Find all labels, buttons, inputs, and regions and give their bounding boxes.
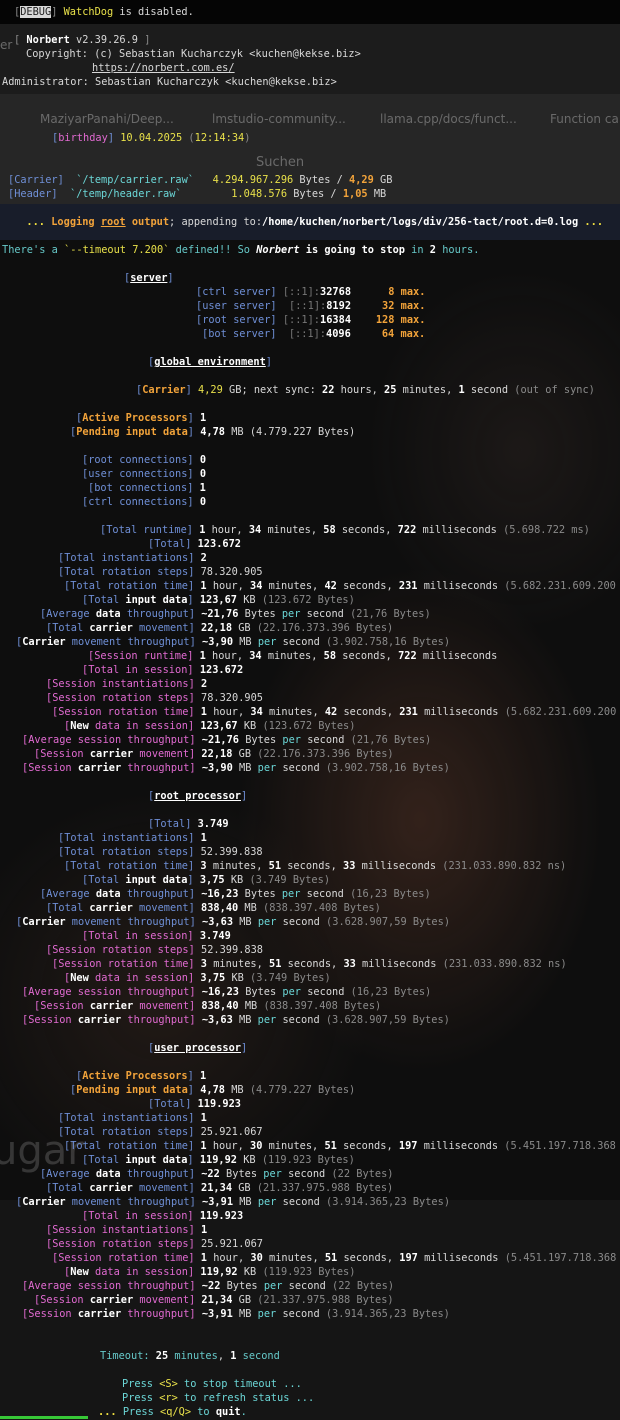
- user-session-total: [Total in session] 119.923: [82, 1210, 244, 1222]
- carrier-movement-throughput: [Carrier movement throughput] ~3,90 MB p…: [16, 636, 451, 648]
- server-row-bot: [bot server] [::1]:4096 64 max.: [202, 328, 426, 340]
- user-rotation-steps: [Total rotation steps] 25.921.067: [58, 1126, 263, 1138]
- header-admin: Administrator: Sebastian Kucharczyk <kuc…: [2, 76, 337, 88]
- user-session-average: [Average session throughput] ~22 Bytes p…: [22, 1280, 395, 1292]
- session-new-data: [New data in session] 123,67 KB (123.672…: [64, 720, 356, 732]
- user-session-rotation-time: [Session rotation time] 1 hour, 30 minut…: [52, 1252, 617, 1264]
- ghost-search: Suchen: [256, 155, 305, 170]
- user-total: [Total] 119.923: [148, 1098, 242, 1110]
- total-rotation-time: [Total rotation time] 1 hour, 34 minutes…: [64, 580, 616, 592]
- header-url[interactable]: https://norbert.com.es/: [92, 61, 235, 75]
- global-active-processors: [Active Processors] 1: [76, 412, 207, 424]
- user-active-processors: [Active Processors] 1: [76, 1070, 207, 1082]
- session-rotation-time: [Session rotation time] 1 hour, 34 minut…: [52, 706, 617, 718]
- root-session-average: [Average session throughput] ~16,23 Byte…: [22, 986, 432, 998]
- user-rotation-time: [Total rotation time] 1 hour, 30 minutes…: [64, 1140, 616, 1152]
- debug-line: [DEBUG] WatchDog is disabled.: [14, 6, 194, 18]
- total-count: [Total] 123.672: [148, 538, 242, 550]
- root-session-steps: [Session rotation steps] 52.399.838: [46, 944, 263, 956]
- session-total: [Total in session] 123.672: [82, 664, 244, 676]
- user-session-new-data: [New data in session] 119,92 KB (119.923…: [64, 1266, 356, 1278]
- root-processor-title: [root processor]: [148, 790, 248, 802]
- user-session-instantiations: [Session instantiations] 1: [46, 1224, 208, 1236]
- timeout-notice: There's a `--timeout 7.200` defined!! So…: [2, 244, 480, 256]
- birthday-line: [birthday] 10.04.2025 (12:14:34): [52, 132, 251, 144]
- connection-root: [root connections] 0: [82, 454, 207, 466]
- user-average-throughput: [Average data throughput] ~22 Bytes per …: [40, 1168, 394, 1180]
- ghost-left-fragment: er: [0, 38, 13, 52]
- root-total: [Total] 3.749: [148, 818, 229, 830]
- server-row-root: [root server] [::1]:16384 128 max.: [196, 314, 426, 326]
- ghost-tab-4: Function ca: [550, 112, 619, 126]
- session-rotation-steps: [Session rotation steps] 78.320.905: [46, 692, 263, 704]
- ghost-tab-2: lmstudio-community...: [212, 112, 346, 126]
- user-session-steps: [Session rotation steps] 25.921.067: [46, 1238, 263, 1250]
- root-session-carrier-throughput: [Session carrier throughput] ~3,63 MB pe…: [22, 1014, 450, 1026]
- root-carrier-movement: [Total carrier movement] 838,40 MB (838.…: [46, 902, 381, 914]
- logging-line: ... Logging root output; appending to:/h…: [26, 216, 604, 228]
- root-session-total: [Total in session] 3.749: [82, 930, 231, 942]
- total-rotation-steps: [Total rotation steps] 78.320.905: [58, 566, 263, 578]
- press-quit[interactable]: ... Press <q/Q> to quit.: [98, 1405, 247, 1419]
- root-session-new-data: [New data in session] 3,75 KB (3.749 Byt…: [64, 972, 331, 984]
- session-carrier-throughput: [Session carrier throughput] ~3,90 MB pe…: [22, 762, 450, 774]
- connection-bot: [bot connections] 1: [88, 482, 206, 494]
- user-processor-title: [user processor]: [148, 1042, 248, 1054]
- press-stop-timeout[interactable]: Press <S> to stop timeout ...: [122, 1377, 302, 1391]
- root-session-carrier-movement: [Session carrier movement] 838,40 MB (83…: [34, 1000, 382, 1012]
- terminal-cursor: [0, 1416, 88, 1419]
- header-file-line: [Header] `/temp/header.raw` 1.048.576 By…: [8, 188, 387, 200]
- total-instantiations: [Total instantiations] 2: [58, 552, 207, 564]
- connection-user: [user connections] 0: [82, 468, 207, 480]
- user-carrier-movement: [Total carrier movement] 21,34 GB (21.33…: [46, 1182, 394, 1194]
- header-title: [ Norbert v2.39.26.9 ]: [14, 34, 151, 46]
- press-refresh-status[interactable]: Press <r> to refresh status ...: [122, 1391, 314, 1405]
- global-section-title: [global environment]: [148, 356, 272, 368]
- server-row-user: [user server] [::1]:8192 32 max.: [196, 300, 426, 312]
- carrier-file-line: [Carrier] `/temp/carrier.raw` 4.294.967.…: [8, 174, 393, 186]
- timeout-countdown: Timeout: 25 minutes, 1 second: [100, 1350, 280, 1362]
- user-session-carrier-movement: [Session carrier movement] 21,34 GB (21.…: [34, 1294, 394, 1306]
- ghost-tab-3: llama.cpp/docs/funct...: [380, 112, 517, 126]
- user-input-data: [Total input data] 119,92 KB (119.923 By…: [82, 1154, 355, 1166]
- root-session-rotation-time: [Session rotation time] 3 minutes, 51 se…: [52, 958, 567, 970]
- global-carrier-line: [Carrier] 4,29 GB; next sync: 22 hours, …: [136, 384, 595, 396]
- total-runtime: [Total runtime] 1 hour, 34 minutes, 58 s…: [100, 524, 590, 536]
- session-carrier-movement: [Session carrier movement] 22,18 GB (22.…: [34, 748, 394, 760]
- server-section-title: [server]: [124, 272, 174, 284]
- user-session-carrier-throughput: [Session carrier throughput] ~3,91 MB pe…: [22, 1308, 450, 1320]
- user-carrier-throughput: [Carrier movement throughput] ~3,91 MB p…: [16, 1196, 451, 1208]
- header-copyright: Copyright: (c) Sebastian Kucharczyk <kuc…: [26, 48, 361, 60]
- root-average-throughput: [Average data throughput] ~16,23 Bytes p…: [40, 888, 431, 900]
- root-carrier-throughput: [Carrier movement throughput] ~3,63 MB p…: [16, 916, 451, 928]
- total-carrier-movement: [Total carrier movement] 22,18 GB (22.17…: [46, 622, 394, 634]
- server-row-ctrl: [ctrl server] [::1]:32768 8 max.: [196, 286, 426, 298]
- average-data-throughput: [Average data throughput] ~21,76 Bytes p…: [40, 608, 431, 620]
- root-rotation-steps: [Total rotation steps] 52.399.838: [58, 846, 263, 858]
- user-instantiations: [Total instantiations] 1: [58, 1112, 207, 1124]
- session-runtime: [Session runtime] 1 hour, 34 minutes, 58…: [88, 650, 498, 662]
- root-instantiations: [Total instantiations] 1: [58, 832, 207, 844]
- root-input-data: [Total input data] 3,75 KB (3.749 Bytes): [82, 874, 331, 886]
- total-input-data: [Total input data] 123,67 KB (123.672 By…: [82, 594, 355, 606]
- session-average-throughput: [Average session throughput] ~21,76 Byte…: [22, 734, 432, 746]
- connection-ctrl: [ctrl connections] 0: [82, 496, 207, 508]
- session-instantiations: [Session instantiations] 2: [46, 678, 208, 690]
- user-pending-input: [Pending input data] 4,78 MB (4.779.227 …: [70, 1084, 356, 1096]
- global-pending-input: [Pending input data] 4,78 MB (4.779.227 …: [70, 426, 356, 438]
- ghost-tab-1: MaziyarPanahi/Deep...: [40, 112, 174, 126]
- root-rotation-time: [Total rotation time] 3 minutes, 51 seco…: [64, 860, 567, 872]
